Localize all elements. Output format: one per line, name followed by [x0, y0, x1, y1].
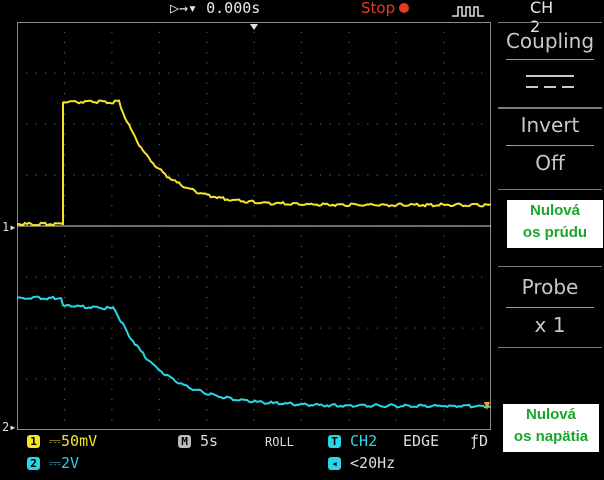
- dc-coupling-icon: ⎓: [49, 454, 62, 472]
- ch1-badge: 1: [27, 435, 40, 448]
- run-stop-indicator[interactable]: Stop: [361, 0, 410, 17]
- invert-softkey[interactable]: Invert Off: [498, 108, 602, 190]
- annotation-line: Nulová: [529, 202, 580, 219]
- acquisition-mode: ROLL: [265, 435, 294, 449]
- timebase-readout[interactable]: M 5s: [178, 432, 218, 450]
- ch2-badge: 2: [27, 457, 40, 470]
- probe-softkey[interactable]: Probe x 1: [498, 266, 602, 348]
- ch1-marker-label: 1: [2, 220, 10, 234]
- dc-coupling-icon: [526, 75, 574, 88]
- bottom-status-bar: 1 ⎓50mV 2 ⎓2V M 5s ROLL T CH2 EDGE ƒD ◂ …: [0, 430, 604, 480]
- timebase-badge: M: [178, 435, 191, 448]
- trigger-marker-icon: [250, 24, 258, 30]
- current-zero-axis-annotation: Nulová os prúdu: [507, 200, 603, 248]
- ch2-scale-value: 2V: [61, 454, 80, 472]
- coupling-label: Coupling: [505, 29, 595, 53]
- trigger-source-readout[interactable]: T CH2: [328, 432, 377, 450]
- ch1-ground-marker[interactable]: 1▸: [2, 220, 16, 234]
- probe-value: x 1: [534, 313, 566, 337]
- ch1-current-trace: [17, 99, 491, 227]
- run-state-label: Stop: [361, 0, 396, 17]
- graticule: [17, 22, 491, 430]
- trigger-source-value: CH2: [350, 432, 378, 450]
- ch1-scale-value: 50mV: [61, 432, 98, 450]
- annotation-line: os prúdu: [522, 224, 588, 241]
- trigger-badge: T: [328, 435, 341, 448]
- stop-dot-icon: [399, 3, 410, 13]
- ch1-scale-readout[interactable]: 1 ⎓50mV: [27, 432, 97, 450]
- probe-label: Probe: [521, 275, 579, 299]
- trigger-position-readout: ▷→▾ 0.000s: [170, 0, 261, 17]
- rising-edge-trigger-icon: [452, 6, 484, 17]
- trigger-coupling-badge: ◂: [328, 457, 341, 470]
- dc-coupling-icon: ⎓: [49, 432, 62, 450]
- invert-label: Invert: [520, 113, 580, 137]
- trigger-frequency-readout: ◂ <20Hz: [328, 454, 395, 472]
- timebase-value: 5s: [200, 432, 219, 450]
- waveform-display: [17, 22, 491, 430]
- annotation-line: Nulová: [525, 406, 576, 423]
- coupling-softkey[interactable]: Coupling: [498, 22, 602, 108]
- trigger-type: EDGE: [403, 432, 440, 450]
- trigger-frequency-value: <20Hz: [350, 454, 396, 472]
- ch2-voltage-trace: [17, 295, 491, 409]
- invert-value: Off: [535, 151, 565, 175]
- trigger-slope-icon: ƒD: [470, 432, 489, 450]
- top-status-bar: ▷→▾ 0.000s Stop CH 2: [0, 0, 553, 36]
- ch2-scale-readout[interactable]: 2 ⎓2V: [27, 454, 79, 472]
- slope-glyph: ƒ: [470, 432, 480, 450]
